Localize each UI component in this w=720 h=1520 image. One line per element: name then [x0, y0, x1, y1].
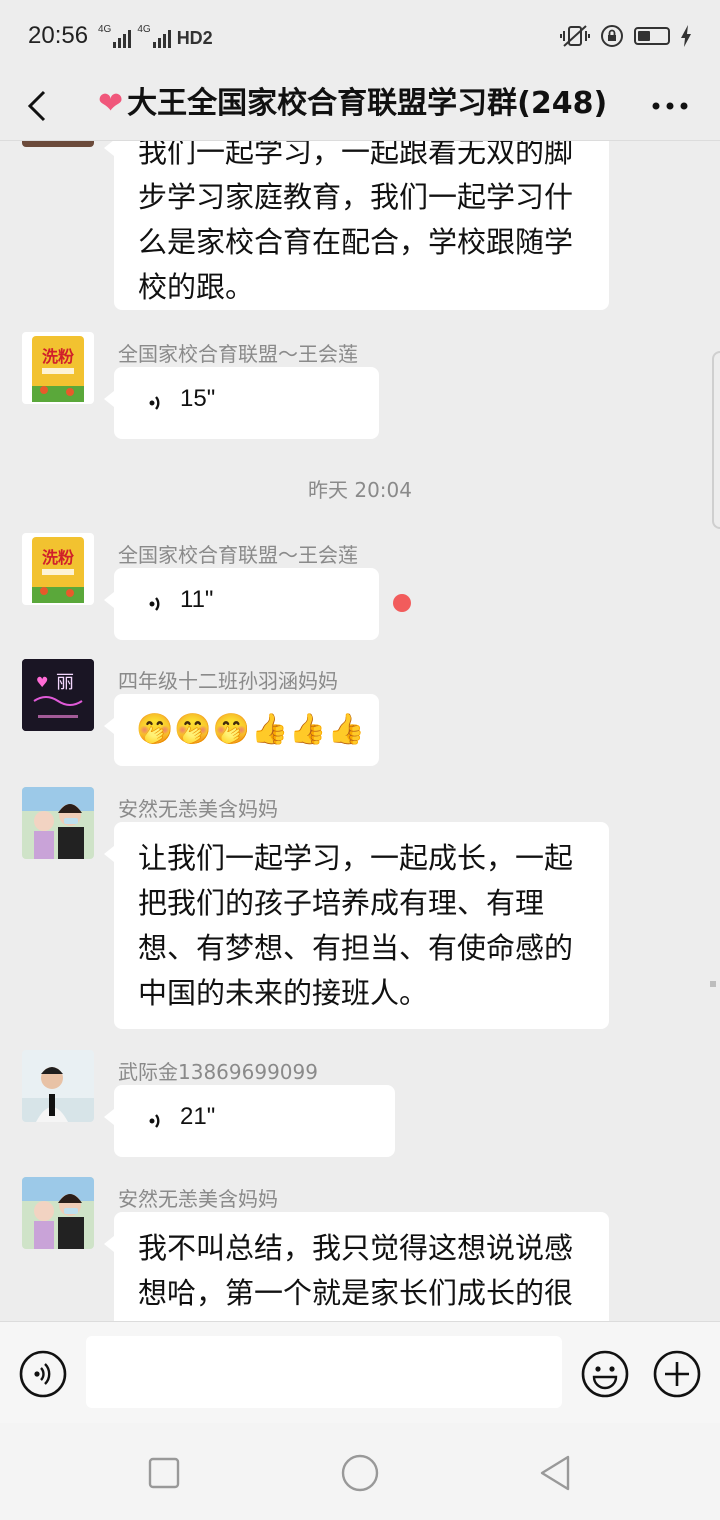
vibrate-mute-icon — [560, 25, 590, 47]
hd-icon: HD2 — [176, 28, 213, 48]
plus-icon — [653, 1350, 701, 1398]
rice-brand-text: 洗粉 — [42, 347, 74, 366]
avatar[interactable] — [22, 141, 94, 147]
back-button[interactable] — [20, 82, 56, 130]
status-time: 20:56 — [28, 22, 89, 49]
voice-wave-icon — [149, 597, 160, 611]
more-button[interactable] — [648, 84, 692, 128]
sender-name: 全国家校合育联盟～王会莲 — [118, 543, 358, 567]
photo-avatar-image — [22, 787, 94, 859]
more-dots-icon — [652, 102, 688, 110]
message-text-content: 我不叫总结，我只觉得这想说说感想哈，第一个就是家长们成长的很 — [138, 1231, 574, 1310]
chevron-left-icon — [27, 90, 46, 122]
battery-icon — [634, 27, 670, 45]
svg-text:♥: ♥ — [36, 675, 49, 691]
voice-bubble[interactable]: 11" — [104, 568, 379, 640]
status-right — [560, 24, 692, 48]
network-label-1: 4G — [98, 24, 112, 35]
voice-wave-icon — [149, 396, 160, 410]
voice-duration: 21" — [180, 1103, 216, 1130]
sender-name: 四年级十二班孙羽涵妈妈 — [118, 669, 338, 693]
recent-apps-button[interactable] — [144, 1453, 184, 1493]
sender-name: 武际金13869699099 — [118, 1060, 318, 1084]
text-bubble[interactable]: 我不叫总结，我只觉得这想说说感想哈，第一个就是家长们成长的很 — [104, 1212, 609, 1321]
avatar-rice-bag[interactable]: 洗粉 — [22, 533, 94, 605]
voice-wave-icon — [149, 1114, 160, 1128]
avatar-man[interactable] — [22, 1050, 94, 1122]
signal-icon — [113, 28, 132, 48]
photo-avatar-image — [22, 1177, 94, 1249]
plus-button[interactable] — [652, 1349, 702, 1399]
emoji-bubble[interactable]: 🤭🤭🤭👍👍👍 — [104, 694, 379, 766]
neon-text: 丽 — [56, 672, 74, 693]
timestamp: 昨天 20:04 — [308, 478, 412, 502]
emoji-icon — [581, 1350, 629, 1398]
avatar-photo[interactable] — [22, 787, 94, 859]
network-label-2: 4G — [137, 24, 151, 35]
sender-name: 安然无恙美含妈妈 — [118, 797, 278, 821]
neon-avatar-image: ♥ 丽 — [22, 659, 94, 731]
voice-duration: 11" — [180, 586, 214, 613]
avatar-rice-bag[interactable]: 洗粉 — [22, 332, 94, 404]
signal-icon-2 — [152, 28, 171, 48]
message-input[interactable] — [86, 1336, 562, 1408]
rice-bag-image: 洗粉 — [22, 332, 94, 404]
voice-mode-icon — [19, 1350, 67, 1398]
voice-bubble[interactable]: 15" — [104, 367, 379, 439]
lock-rotation-icon — [601, 25, 623, 47]
chat-message-list[interactable]: 我们一起学习，一起跟着无双的脚步学习家庭教育，我们一起学习什么是家校合育在配合，… — [0, 141, 720, 1321]
network-indicators: 4G 4G HD2 — [98, 24, 213, 48]
chat-title: ❤大王全国家校合育联盟学习群(248) ⋯ — [98, 80, 618, 128]
text-bubble[interactable]: 我们一起学习，一起跟着无双的脚步学习家庭教育，我们一起学习什么是家校合育在配合，… — [104, 141, 609, 310]
circle-icon — [341, 1454, 379, 1492]
home-button[interactable] — [340, 1453, 380, 1493]
square-icon — [148, 1457, 180, 1489]
voice-mode-button[interactable] — [18, 1349, 68, 1399]
avatar-photo[interactable] — [22, 1177, 94, 1249]
scroll-edge-handle[interactable] — [712, 351, 720, 529]
message-text-content: 我们一起学习，一起跟着无双的脚步学习家庭教育，我们一起学习什么是家校合育在配合，… — [138, 141, 574, 304]
status-bar: 20:56 4G 4G HD2 — [0, 0, 720, 72]
emoji-button[interactable] — [580, 1349, 630, 1399]
rice-brand-text: 洗粉 — [42, 548, 74, 567]
sender-name: 全国家校合育联盟～王会莲 — [118, 342, 358, 366]
man-avatar-image — [22, 1050, 94, 1122]
message-text-content: 让我们一起学习，一起成长，一起把我们的孩子培养成有理、有理想、有梦想、有担当、有… — [138, 841, 574, 1010]
unread-dot — [393, 594, 411, 612]
side-indicator — [710, 981, 716, 987]
rice-bag-image: 洗粉 — [22, 533, 94, 605]
heart-icon: ❤ — [98, 86, 124, 121]
system-nav-bar — [0, 1423, 720, 1520]
input-bar — [0, 1321, 720, 1424]
chat-header: ❤大王全国家校合育联盟学习群(248) ⋯ — [0, 72, 720, 141]
voice-bubble[interactable]: 21" — [104, 1085, 395, 1157]
voice-duration: 15" — [180, 385, 216, 412]
avatar-neon[interactable]: ♥ 丽 — [22, 659, 94, 731]
title-truncation: ⋯ — [607, 86, 618, 121]
text-bubble[interactable]: 让我们一起学习，一起成长，一起把我们的孩子培养成有理、有理想、有梦想、有担当、有… — [104, 822, 609, 1029]
chat-title-text: 大王全国家校合育联盟学习群(248) — [127, 86, 608, 121]
sender-name: 安然无恙美含妈妈 — [118, 1187, 278, 1211]
charging-icon — [681, 25, 691, 47]
emoji-content: 🤭🤭🤭👍👍👍 — [136, 712, 367, 747]
back-nav-button[interactable] — [536, 1453, 576, 1493]
back-triangle-icon — [540, 1455, 570, 1491]
